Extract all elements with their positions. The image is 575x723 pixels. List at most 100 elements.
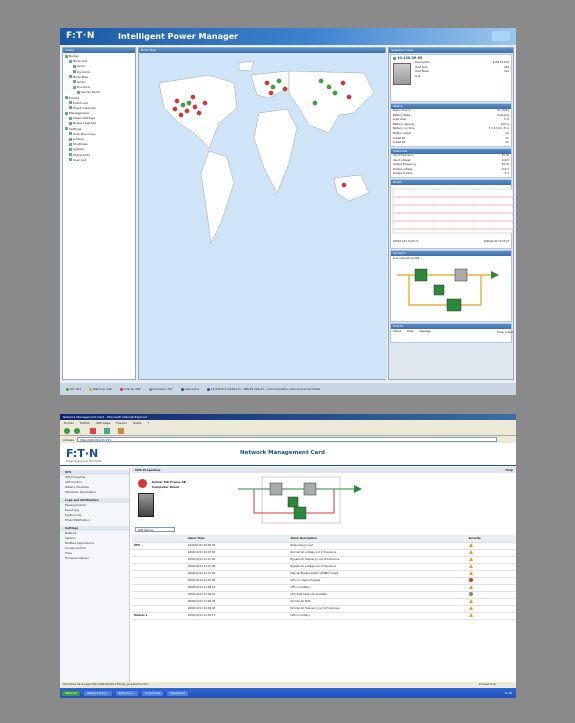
- tree-item[interactable]: User List: [65, 158, 133, 163]
- status-item-text: 11/23/09 2:14:45 pm - 166.99.129.45 - Co…: [210, 387, 321, 391]
- severity-cell: [466, 570, 516, 578]
- tree-node-icon: [65, 127, 68, 131]
- table-header-cell[interactable]: Alarm Time: [185, 535, 289, 543]
- nav-link[interactable]: Shutdown Parameters: [60, 490, 129, 495]
- table-row[interactable]: 2009/10/14 13:07:00 Manual Bypass switch …: [132, 570, 516, 578]
- nav-link[interactable]: Email Notification: [60, 518, 129, 523]
- table-row[interactable]: 2009/10/14 13:07:00 Bypass AC voltage out…: [132, 563, 516, 571]
- refresh-icon[interactable]: [104, 428, 110, 434]
- address-input[interactable]: http://166.99.224.155: [77, 437, 498, 442]
- node-marker[interactable]: [276, 78, 282, 84]
- tree-item-label: Auto Discovery: [73, 131, 96, 136]
- warning-icon: [468, 543, 473, 547]
- node-marker[interactable]: [312, 100, 318, 106]
- info-row: Link: [413, 75, 511, 80]
- taskbar-button[interactable]: Powerpoint: [167, 690, 188, 696]
- node-marker[interactable]: [332, 90, 338, 96]
- tree-item-label: Node Map: [73, 74, 89, 79]
- node-marker[interactable]: [341, 182, 347, 188]
- node-marker[interactable]: [196, 110, 202, 116]
- table-header-cell[interactable]: [132, 535, 186, 543]
- table-row[interactable]: Module 1 2009/10/14 13:09:13 UPS on batter…: [132, 612, 516, 620]
- table-row[interactable]: 2009/10/14 13:09:45 Normal AC frequency o…: [132, 605, 516, 613]
- status-item: Unknown: 247: [148, 387, 173, 391]
- tree-node-icon: [69, 132, 72, 136]
- alarm-filter-select[interactable]: UPS Alarms: [135, 527, 175, 532]
- severity-cell: [466, 577, 516, 585]
- warning-icon: [468, 599, 473, 603]
- home-icon[interactable]: [118, 428, 124, 434]
- taskbar-button[interactable]: Document1: [142, 690, 164, 696]
- node-marker[interactable]: [318, 78, 324, 84]
- node-marker[interactable]: [180, 102, 186, 108]
- node-marker[interactable]: [346, 94, 352, 100]
- table-row[interactable]: 2009/10/14 13:07:00 Normal AC voltage out…: [132, 549, 516, 557]
- table-cell: [132, 598, 186, 606]
- node-marker[interactable]: [282, 86, 288, 92]
- table-cell: 2009/10/14 13:07:00: [185, 556, 289, 564]
- nmc-main: UPS Properties Help Pulsar MX Frame 5K C…: [132, 467, 516, 682]
- tree-item-label: Events: [69, 95, 80, 100]
- node-marker[interactable]: [340, 80, 346, 86]
- events-column-header[interactable]: Message: [419, 330, 430, 333]
- tree-item-label: User List: [73, 157, 87, 162]
- table-row[interactable]: UPS 1970/01/01 00:00:00 Redundancy Lost: [132, 542, 516, 550]
- node-marker[interactable]: [264, 80, 270, 86]
- node-ip: 10.130.56.65: [397, 56, 423, 60]
- node-marker[interactable]: [178, 112, 184, 118]
- table-header-cell[interactable]: Severity: [466, 535, 516, 543]
- node-marker[interactable]: [202, 100, 208, 106]
- table-cell: 2009/10/14 13:09:45: [185, 605, 289, 613]
- taskbar-button[interactable]: Network Mana...: [84, 690, 112, 696]
- table-cell: Normal AC NOK: [288, 598, 467, 606]
- node-marker[interactable]: [326, 84, 332, 90]
- table-cell: 2009/10/14 13:07:00: [185, 570, 289, 578]
- node-marker[interactable]: [268, 90, 274, 96]
- node-marker[interactable]: [270, 84, 276, 90]
- node-marker[interactable]: [184, 108, 190, 114]
- table-cell: Module 1: [132, 612, 186, 620]
- start-button[interactable]: Démarrer: [62, 690, 81, 696]
- events-column-header[interactable]: Date: [407, 330, 413, 333]
- table-cell: [132, 570, 186, 578]
- table-row[interactable]: 2009/10/14 13:08:24 UPS data base not ava…: [132, 591, 516, 599]
- node-marker[interactable]: [190, 94, 196, 100]
- status-value: On: [505, 141, 509, 145]
- tree-item-label: Views Settings: [73, 116, 95, 121]
- tree-node-icon: [69, 75, 72, 79]
- tree-node-icon: [69, 158, 72, 162]
- table-row[interactable]: 2009/10/14 13:07:00 UPS on internal bypas…: [132, 577, 516, 585]
- tree-node-icon: [73, 80, 76, 84]
- node-marker[interactable]: [192, 104, 198, 110]
- forward-icon[interactable]: [74, 428, 80, 434]
- eaton-logo: F:T·N: [66, 31, 95, 41]
- node-marker[interactable]: [174, 98, 180, 104]
- taskbar-button[interactable]: Boîte de ré...: [115, 690, 139, 696]
- table-header-cell[interactable]: Alarm Description: [288, 535, 467, 543]
- tree-node-icon: [69, 153, 72, 157]
- stop-icon[interactable]: [90, 428, 96, 434]
- node-marker[interactable]: [172, 106, 178, 112]
- warning-icon: [468, 550, 473, 554]
- ups-model-name: Pulsar MX Frame 5K: [152, 480, 187, 484]
- views-tree: Nodes Node List Grids Dynamic Node Map Grids D…: [63, 53, 135, 164]
- table-row[interactable]: 2009/10/14 13:08:14 UPS on battery: [132, 584, 516, 592]
- app-title: Intelligent Power Manager: [118, 32, 239, 41]
- world-map[interactable]: [139, 53, 387, 379]
- table-cell: UPS data base not available: [288, 591, 467, 599]
- nav-link[interactable]: Firmware Upload: [60, 556, 129, 561]
- tree-item-label: Dynamic: [77, 69, 91, 74]
- table-row[interactable]: 2009/10/14 13:07:00 Bypass AC frequency o…: [132, 556, 516, 564]
- tree-item-label: System: [73, 147, 85, 152]
- node-marker[interactable]: [186, 100, 192, 106]
- selection-view-panel: Selection View 10.130.56.65 Description 9…: [388, 47, 514, 380]
- table-cell: UPS on internal bypass: [288, 577, 467, 585]
- info-value: Ups: [504, 70, 509, 74]
- table-cell: [132, 591, 186, 599]
- severity-cell: [466, 598, 516, 606]
- node-map-panel: Node Map: [138, 47, 387, 380]
- table-row[interactable]: 2009/10/14 13:09:45 Normal AC NOK: [132, 598, 516, 606]
- events-column-header[interactable]: Status: [393, 330, 401, 333]
- back-icon[interactable]: [64, 428, 70, 434]
- filter-row: UPS Alarms: [132, 527, 516, 535]
